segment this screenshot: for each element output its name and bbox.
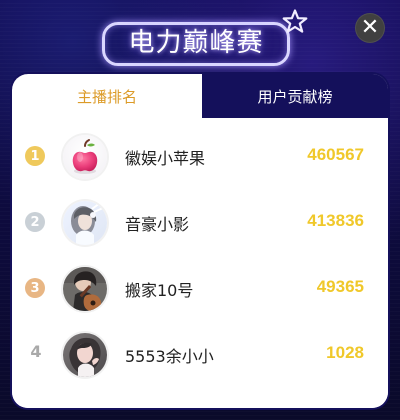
host-score-1: 460567: [307, 145, 364, 164]
host-score-3: 49365: [316, 277, 364, 296]
ranking-row-2[interactable]: 2 音豪小影 413836: [12, 194, 388, 260]
tab-host-ranking[interactable]: 主播排名: [12, 74, 202, 118]
girl-avatar: [63, 201, 107, 245]
apple-avatar: [63, 135, 107, 179]
host-name-3: 搬家10号: [125, 281, 194, 300]
rank-4-number: 4: [30, 342, 42, 361]
tab-user-contribution[interactable]: 用户贡献榜: [202, 74, 388, 118]
rank-1-badge: 1: [25, 146, 45, 166]
ranking-panel: 主播排名 用户贡献榜 1 徽娱小苹果 460567 2 音豪小影 413836 …: [12, 74, 388, 408]
rank-2-badge: 2: [25, 212, 45, 232]
title-banner: 电力巅峰赛: [102, 22, 290, 66]
ranking-list: 1 徽娱小苹果 460567 2 音豪小影 413836 3 搬家10号 493…: [12, 118, 388, 408]
host-name-2: 音豪小影: [125, 215, 190, 234]
host-score-4: 1028: [326, 343, 364, 362]
woman-avatar: [63, 333, 107, 377]
rank-3-badge: 3: [25, 278, 45, 298]
host-name-1: 徽娱小苹果: [125, 149, 206, 168]
close-icon: ✕: [360, 15, 380, 40]
ranking-row-3[interactable]: 3 搬家10号 49365: [12, 260, 388, 326]
ranking-row-1[interactable]: 1 徽娱小苹果 460567: [12, 128, 388, 194]
ranking-popup: 电力巅峰赛 ✕ 主播排名 用户贡献榜 1 徽娱小苹果 460567 2 音豪小影…: [0, 0, 400, 420]
page-title: 电力巅峰赛: [128, 28, 264, 58]
tab-bar: 主播排名 用户贡献榜: [12, 74, 388, 118]
tab-host-ranking-label: 主播排名: [76, 87, 137, 106]
ranking-row-4[interactable]: 4 5553余小小 1028: [12, 326, 388, 392]
star-icon: [282, 9, 308, 33]
close-button[interactable]: ✕: [355, 13, 385, 43]
guitar-avatar: [63, 267, 107, 311]
tab-user-contribution-label: 用户贡献榜: [257, 87, 333, 106]
host-name-4: 5553余小小: [125, 347, 214, 366]
host-score-2: 413836: [307, 211, 364, 230]
